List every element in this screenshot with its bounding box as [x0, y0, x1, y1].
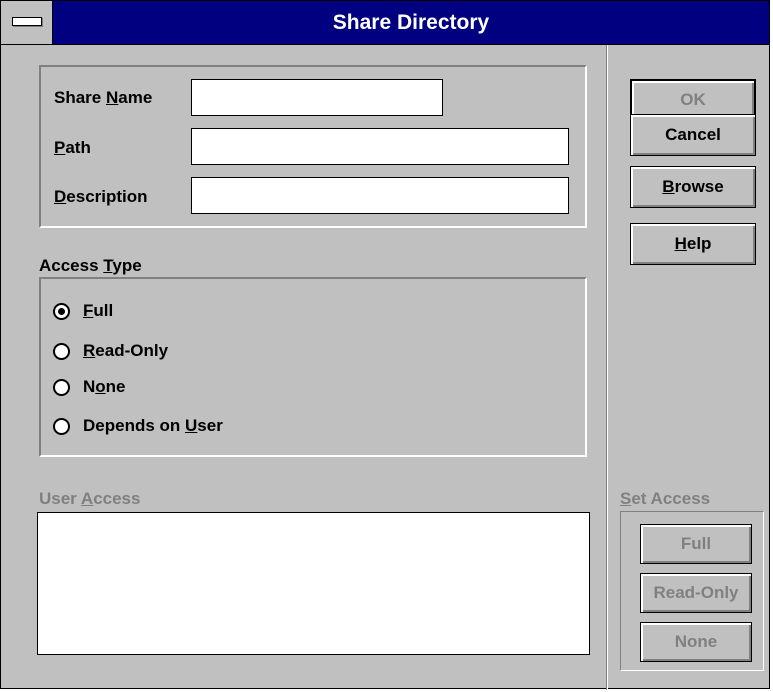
radio-full-button[interactable]	[53, 303, 70, 320]
radio-read-only-button[interactable]	[53, 343, 70, 360]
help-button[interactable]: Help	[630, 223, 756, 265]
description-input[interactable]	[191, 177, 569, 214]
system-menu-icon	[12, 17, 42, 26]
set-access-full-label: Full	[680, 534, 712, 553]
set-access-none-label: None	[674, 632, 718, 651]
share-name-label: Share Name	[54, 88, 153, 107]
radio-full-label: Full	[83, 301, 114, 320]
set-access-label: Set Access	[620, 489, 711, 508]
help-button-label: Help	[674, 234, 712, 253]
vertical-divider	[606, 45, 608, 690]
set-access-read-only-label: Read-Only	[653, 583, 739, 602]
radio-depends-on-user-button[interactable]	[53, 418, 70, 435]
system-menu-button[interactable]	[1, 1, 53, 44]
cancel-button[interactable]: Cancel	[630, 114, 756, 156]
path-input[interactable]	[191, 128, 569, 165]
title-bar: Share Directory	[1, 1, 769, 45]
radio-selected-dot	[58, 308, 65, 315]
description-label: Description	[54, 187, 148, 206]
browse-button[interactable]: Browse	[630, 166, 756, 208]
user-access-label: User Access	[39, 489, 141, 508]
share-directory-dialog: Share Directory Share Name Path Descript…	[0, 0, 770, 690]
set-access-full-button[interactable]: Full	[640, 524, 752, 564]
set-access-none-button[interactable]: None	[640, 622, 752, 662]
share-name-input[interactable]	[191, 79, 443, 116]
set-access-read-only-button[interactable]: Read-Only	[640, 573, 752, 613]
window-title: Share Directory	[332, 11, 490, 34]
browse-button-label: Browse	[662, 177, 724, 196]
radio-read-only-label: Read-Only	[83, 341, 169, 360]
radio-none-button[interactable]	[53, 379, 70, 396]
user-access-list[interactable]	[37, 512, 590, 655]
cancel-button-label: Cancel	[665, 125, 721, 144]
path-label: Path	[54, 138, 91, 157]
access-type-label: Access Type	[39, 256, 142, 275]
radio-depends-on-user-label: Depends on User	[83, 416, 223, 435]
radio-none-label: None	[83, 377, 126, 396]
